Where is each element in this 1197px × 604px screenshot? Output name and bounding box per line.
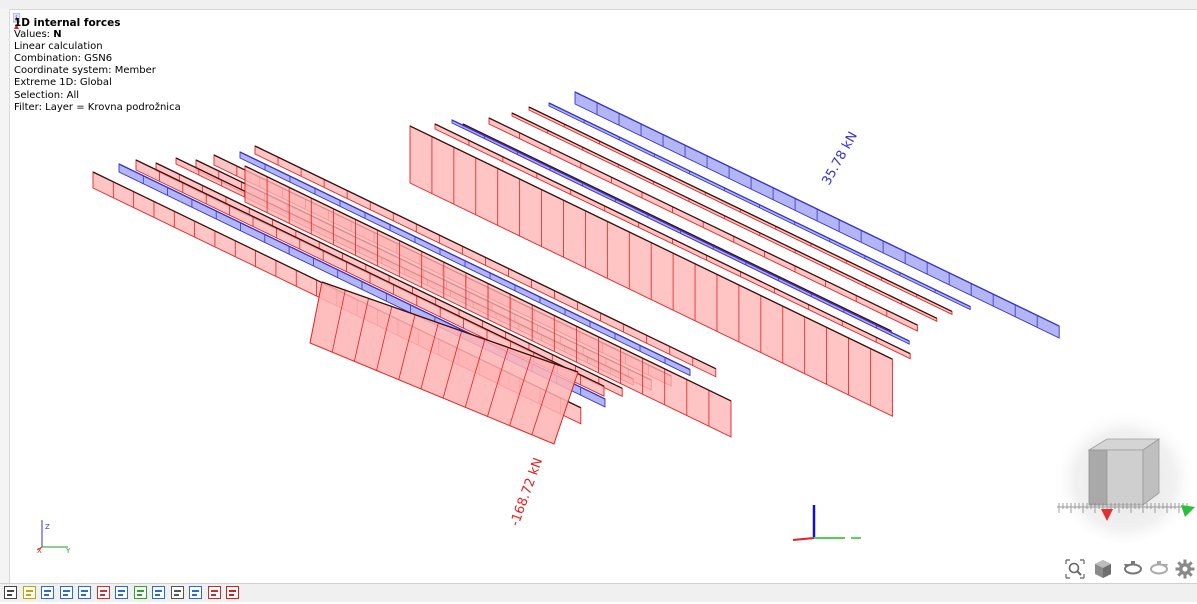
view-cube-icon[interactable] <box>1092 558 1114 580</box>
extreme-line: Extreme 1D: Global <box>14 77 112 89</box>
selection-line: Selection: All <box>14 89 80 101</box>
origin-marker <box>792 505 861 541</box>
window-left-border <box>0 9 10 583</box>
sections-icon[interactable] <box>170 585 185 600</box>
values-prefix: Values: <box>14 29 54 41</box>
view-tools-bar <box>1062 557 1197 581</box>
labels-icon[interactable] <box>114 585 129 600</box>
values-line: Values: N <box>14 29 181 41</box>
settings-gear-icon[interactable] <box>1174 558 1196 580</box>
filter-line: Filter: Layer = Krovna podrožnica <box>14 101 181 113</box>
loads-icon[interactable] <box>96 585 111 600</box>
report-icon[interactable] <box>207 585 222 600</box>
min-value-label: -168.72 kN <box>508 456 547 528</box>
window-top-border <box>0 0 1197 10</box>
members-group <box>92 91 1060 445</box>
view-3d-icon[interactable] <box>3 585 18 600</box>
axis-icon[interactable] <box>77 585 92 600</box>
result-info-panel: 1D internal forces Values: N Linear calc… <box>14 17 181 114</box>
rotate-left-icon[interactable] <box>1122 558 1144 580</box>
values-quantity: N <box>53 29 62 41</box>
panel-title: 1D internal forces <box>14 17 121 29</box>
calculation-type: Linear calculation <box>14 41 103 53</box>
mesh-icon[interactable] <box>151 585 166 600</box>
rotate-right-icon[interactable] <box>1148 558 1170 580</box>
max-value-label: 35.78 kN <box>819 129 861 188</box>
axis-y-label: Y <box>65 547 71 555</box>
table-icon[interactable] <box>188 585 203 600</box>
3d-viewport[interactable]: 35.78 kN -168.72 kN Z Y X <box>10 10 1197 583</box>
member-diagram-r3[interactable] <box>528 106 953 316</box>
axis-x-label: X <box>37 547 42 555</box>
axis-z-label: Z <box>45 523 50 531</box>
view-cube[interactable] <box>1049 405 1197 555</box>
results-diagram-icon[interactable] <box>59 585 74 600</box>
wireframe-icon[interactable] <box>22 585 37 600</box>
numbers-icon[interactable] <box>133 585 148 600</box>
zoom-all-icon[interactable] <box>1064 558 1086 580</box>
bottom-toolbar <box>0 583 1197 602</box>
global-axis-triad: Z Y X <box>36 520 71 555</box>
grid-icon[interactable] <box>225 585 240 600</box>
results-diagram[interactable]: 35.78 kN -168.72 kN Z Y X <box>10 10 1197 583</box>
coordinate-system-line: Coordinate system: Member <box>14 65 156 77</box>
structure-icon[interactable] <box>40 585 55 600</box>
combination-line: Combination: GSN6 <box>14 53 113 65</box>
